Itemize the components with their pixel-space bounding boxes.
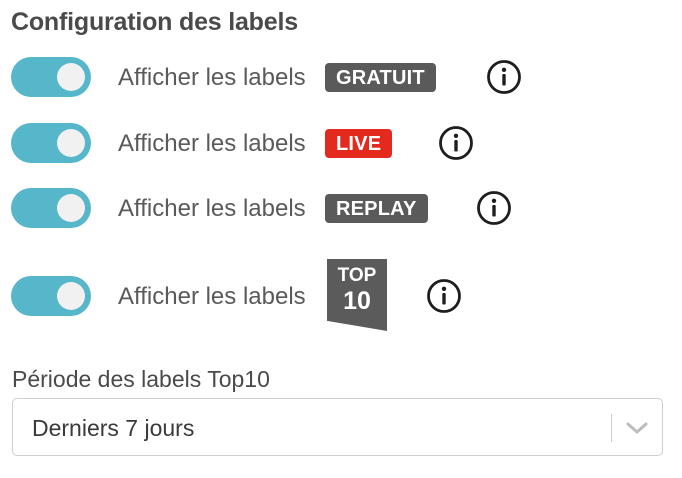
label-row-gratuit: Afficher les labels GRATUIT bbox=[11, 57, 551, 97]
toggle-knob bbox=[57, 63, 85, 91]
badge-live: LIVE bbox=[325, 129, 393, 158]
period-label: Période des labels Top10 bbox=[12, 366, 270, 392]
badge-top10-top: TOP bbox=[337, 265, 377, 286]
toggle-knob bbox=[57, 194, 85, 222]
badge-gratuit: GRATUIT bbox=[325, 63, 436, 92]
chevron-down-icon[interactable] bbox=[624, 418, 650, 438]
row-label: Afficher les labels bbox=[118, 64, 306, 91]
info-icon[interactable] bbox=[486, 59, 522, 95]
toggle-knob bbox=[57, 129, 85, 157]
info-icon[interactable] bbox=[438, 125, 474, 161]
toggle-live[interactable] bbox=[11, 123, 91, 163]
page-title: Configuration des labels bbox=[11, 8, 298, 36]
label-row-live: Afficher les labels LIVE bbox=[11, 123, 551, 163]
info-icon[interactable] bbox=[426, 278, 462, 314]
badge-top10-number: 10 bbox=[343, 287, 371, 315]
info-icon[interactable] bbox=[476, 190, 512, 226]
badge-replay: REPLAY bbox=[325, 194, 428, 223]
row-label: Afficher les labels bbox=[118, 130, 306, 157]
period-select[interactable]: Derniers 7 jours bbox=[12, 398, 663, 456]
toggle-top10[interactable] bbox=[11, 276, 91, 316]
label-row-top10: Afficher les labels TOP 10 bbox=[11, 259, 551, 331]
toggle-knob bbox=[57, 282, 85, 310]
select-separator bbox=[611, 414, 612, 442]
toggle-gratuit[interactable] bbox=[11, 57, 91, 97]
row-label: Afficher les labels bbox=[118, 195, 306, 222]
row-label: Afficher les labels bbox=[118, 283, 306, 310]
toggle-replay[interactable] bbox=[11, 188, 91, 228]
period-select-value: Derniers 7 jours bbox=[32, 415, 195, 441]
label-row-replay: Afficher les labels REPLAY bbox=[11, 188, 551, 228]
badge-top10: TOP 10 bbox=[327, 259, 387, 331]
